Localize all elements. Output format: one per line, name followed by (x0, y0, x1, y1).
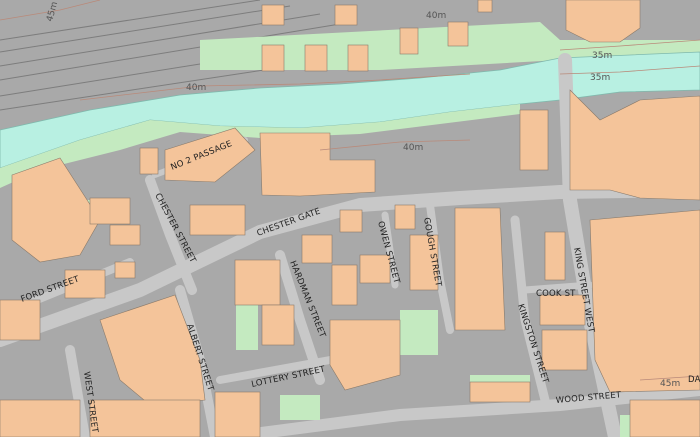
map-view[interactable]: 45m 40m 35m 35m 40m 40m 45m NO 2 PASSAGE… (0, 0, 700, 437)
map-canvas[interactable]: 45m 40m 35m 35m 40m 40m 45m NO 2 PASSAGE… (0, 0, 700, 437)
street-label-edge-da: DA (688, 375, 700, 385)
contour-label-35-b: 35m (590, 73, 610, 83)
contour-label-40-mid: 40m (403, 143, 423, 153)
street-label-cook-st: COOK ST (536, 289, 576, 299)
contour-label-45-bottom-right: 45m (660, 379, 680, 389)
contour-label-40-top: 40m (426, 11, 446, 21)
contour-label-35-a: 35m (592, 51, 612, 61)
contour-label-40-left: 40m (186, 83, 206, 93)
